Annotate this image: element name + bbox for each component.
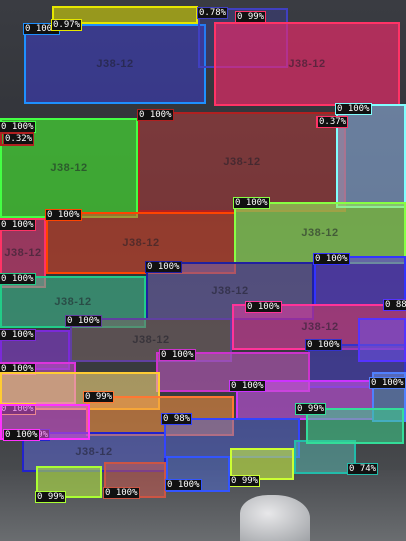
detection-box: J38-12 bbox=[24, 24, 206, 104]
detection-score-label: 0 99% bbox=[228, 475, 261, 487]
plastic-bag bbox=[240, 495, 310, 541]
detection-score-label: 0 100% bbox=[335, 103, 372, 115]
detection-score-label: 0.97% bbox=[50, 19, 83, 31]
detection-score-label: 0 100% bbox=[313, 253, 350, 265]
carton-print-text: J38-12 bbox=[301, 321, 339, 333]
detection-score-label: 0 100% bbox=[137, 109, 174, 121]
detection-score-label: 0 98% bbox=[160, 413, 193, 425]
carton-print-text: J38-12 bbox=[75, 446, 113, 458]
detection-score-label: 0 100% bbox=[229, 380, 266, 392]
detection-score-label: 0 100% bbox=[0, 273, 36, 285]
carton-print-text: J38-12 bbox=[50, 162, 88, 174]
detection-image: J38-12 0 100% 0.97% 0.78% J38-12 0 99% J38-12 0… bbox=[0, 0, 406, 541]
carton-print-text: J38-12 bbox=[132, 334, 170, 346]
detection-score-label: 0 100% bbox=[159, 349, 196, 361]
carton-print-text: J38-12 bbox=[288, 58, 326, 70]
detection-score-label: 0 100% bbox=[369, 377, 406, 389]
detection-box bbox=[358, 318, 406, 362]
detection-score-label: 0.78% bbox=[196, 7, 229, 19]
detection-score-label: 0 100% bbox=[65, 315, 102, 327]
carton-print-text: J38-12 bbox=[211, 285, 249, 297]
detection-score-label: 0 99% bbox=[34, 491, 67, 503]
detection-score-label: 0 100% bbox=[165, 479, 202, 491]
detection-score-label: 0 74% bbox=[346, 463, 379, 475]
detection-score-label: 0 100% bbox=[45, 209, 82, 221]
detection-score-label: 0 100% bbox=[145, 261, 182, 273]
detection-box bbox=[294, 440, 356, 474]
carton-print-text: J38-12 bbox=[223, 156, 261, 168]
detection-box: J38-12 bbox=[138, 112, 346, 212]
detection-score-label: 0 100% bbox=[0, 121, 36, 133]
carton-print-text: J38-12 bbox=[4, 247, 42, 259]
detection-score-label: 0 100% bbox=[3, 429, 40, 441]
detection-box: J38-12 bbox=[214, 22, 400, 106]
detection-score-label: 0 99% bbox=[234, 11, 267, 23]
detection-score-label: 0.32% bbox=[2, 133, 35, 145]
detection-score-label: 0 100% bbox=[245, 301, 282, 313]
detection-score-label: 0 100% bbox=[0, 329, 36, 341]
detection-score-label: 0.37% bbox=[316, 116, 349, 128]
detection-score-label: 0 100% bbox=[305, 339, 342, 351]
detection-score-label: 0 100% bbox=[233, 197, 270, 209]
carton-print-text: J38-12 bbox=[301, 227, 339, 239]
carton-print-text: J38-12 bbox=[96, 58, 134, 70]
detection-score-label: 0 100% bbox=[103, 487, 140, 499]
carton-print-text: J38-12 bbox=[54, 296, 92, 308]
carton-print-text: J38-12 bbox=[122, 237, 160, 249]
detection-score-label: 0 99% bbox=[82, 391, 115, 403]
detection-score-label: 0 100% bbox=[0, 219, 36, 231]
detection-score-label: 0 88 bbox=[383, 299, 406, 311]
detection-score-label: 0 99% bbox=[294, 403, 327, 415]
